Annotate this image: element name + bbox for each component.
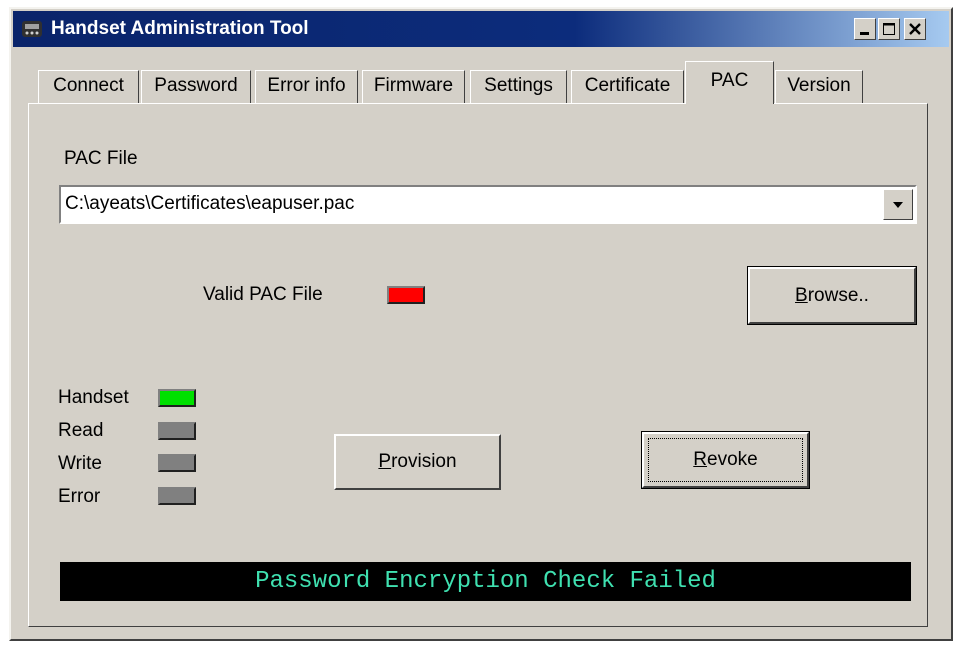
indicator-label-error: Error [58, 486, 101, 507]
indicator-label-write: Write [58, 453, 102, 474]
pac-file-combobox[interactable]: C:\ayeats\Certificates\eapuser.pac [59, 185, 917, 224]
indicator-label-read: Read [58, 420, 104, 441]
close-icon [909, 23, 921, 35]
close-button[interactable] [904, 18, 926, 40]
write-indicator [158, 454, 196, 472]
focus-rectangle [648, 438, 803, 482]
minimize-button[interactable] [854, 18, 876, 40]
tab-version[interactable]: Version [775, 70, 863, 104]
indicator-label-handset: Handset [58, 387, 129, 408]
tab-password[interactable]: Password [141, 70, 251, 104]
status-message-bar: Password Encryption Check Failed [60, 562, 911, 601]
tab-firmware[interactable]: Firmware [362, 70, 465, 104]
valid-pac-indicator [387, 286, 425, 304]
combo-dropdown-button[interactable] [883, 189, 913, 220]
revoke-button[interactable]: Revoke [641, 431, 810, 489]
provision-label: rovision [391, 451, 457, 472]
tab-settings[interactable]: Settings [470, 70, 567, 104]
provision-mnemonic: P [378, 451, 392, 472]
browse-button[interactable]: Browse.. [747, 266, 917, 325]
maximize-button[interactable] [878, 18, 900, 40]
valid-pac-file-label: Valid PAC File [203, 284, 323, 305]
error-indicator [158, 487, 196, 505]
tab-connect[interactable]: Connect [38, 70, 139, 104]
pac-tab-panel [28, 103, 928, 627]
provision-button[interactable]: Provision [334, 434, 501, 490]
handset-indicator [158, 389, 196, 407]
pac-file-label: PAC File [64, 148, 138, 169]
read-indicator [158, 422, 196, 440]
window-title: Handset Administration Tool [51, 18, 309, 39]
pac-file-value: C:\ayeats\Certificates\eapuser.pac [65, 193, 355, 214]
handset-app-icon [22, 21, 42, 37]
tab-pac[interactable]: PAC [685, 61, 774, 104]
browse-mnemonic: B [795, 284, 808, 306]
maximize-icon [883, 23, 895, 35]
tab-error-info[interactable]: Error info [255, 70, 358, 104]
minimize-icon [860, 32, 869, 35]
browse-label: rowse.. [807, 284, 869, 306]
title-bar[interactable]: Handset Administration Tool [13, 11, 949, 47]
dropdown-arrow-icon [893, 201, 903, 208]
tab-certificate[interactable]: Certificate [571, 70, 684, 104]
